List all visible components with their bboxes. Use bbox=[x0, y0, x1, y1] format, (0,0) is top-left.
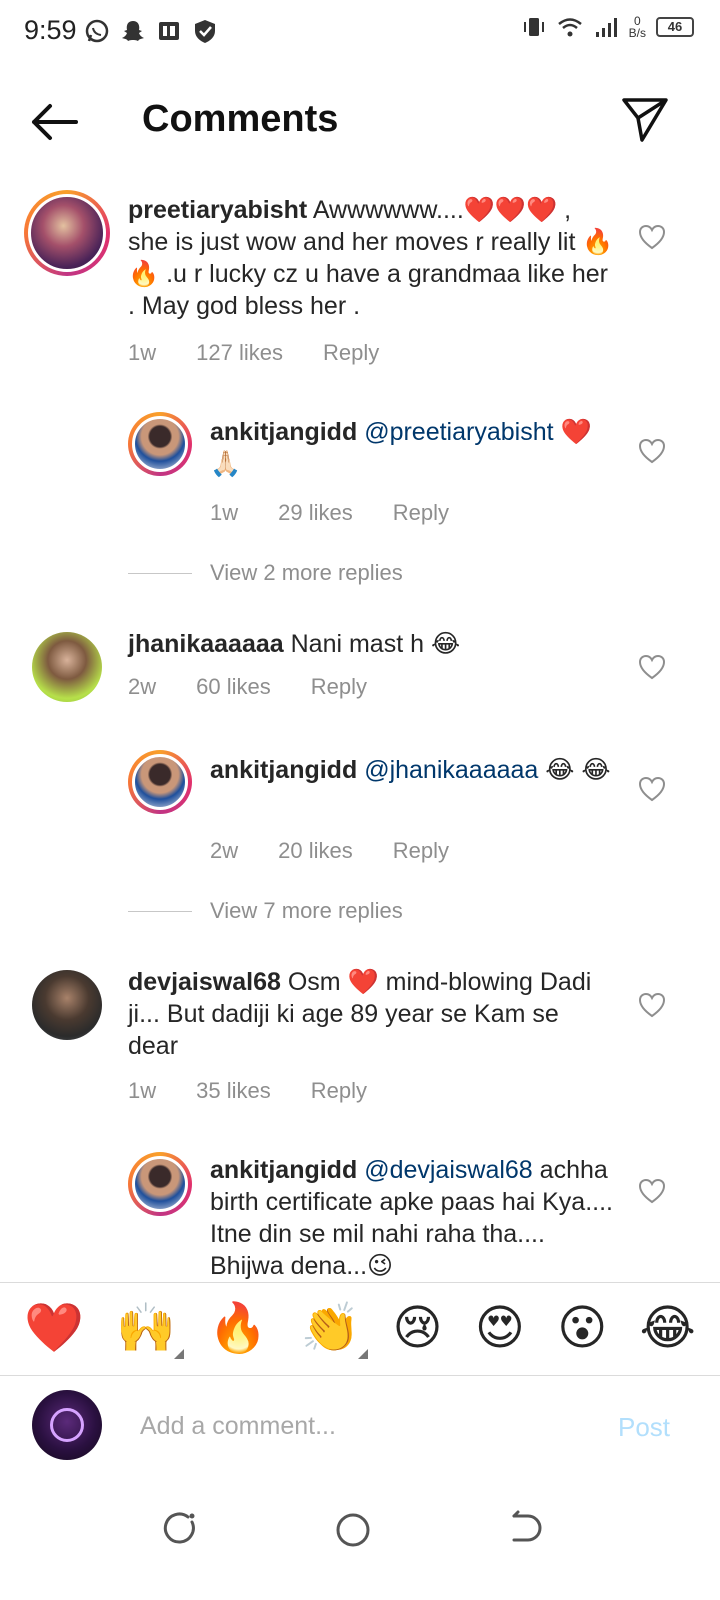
comment-time: 2w bbox=[128, 674, 157, 699]
reply-item: ankitjangidd @preetiaryabisht ❤️ 🙏🏻 1w 2… bbox=[0, 410, 720, 530]
comment-content: Nani mast h 😂 bbox=[290, 630, 461, 658]
emoji-clap-button[interactable]: 👏 bbox=[300, 1301, 369, 1359]
comment-text: ankitjangidd @jhanikaaaaaa 😂 😂 bbox=[210, 754, 620, 786]
comment-text: preetiaryabisht Awwwwww....❤️❤️❤️ , she … bbox=[128, 194, 618, 322]
comment-username[interactable]: jhanikaaaaaa bbox=[128, 630, 284, 658]
vibrate-icon bbox=[523, 18, 544, 36]
comment-text: ankitjangidd @preetiaryabisht ❤️ 🙏🏻 bbox=[210, 416, 620, 480]
signal-icon bbox=[595, 18, 617, 37]
mention-link[interactable]: @devjaiswal68 bbox=[364, 1156, 533, 1184]
like-heart-icon[interactable] bbox=[638, 438, 666, 464]
divider bbox=[128, 572, 192, 574]
comment-username[interactable]: ankitjangidd bbox=[210, 1156, 357, 1184]
net-speed: 0 B/s bbox=[628, 14, 646, 40]
comment-content: 😂 😂 bbox=[538, 756, 611, 784]
comment-username[interactable]: preetiaryabisht bbox=[128, 196, 307, 224]
view-more-replies[interactable]: View 7 more replies bbox=[128, 898, 403, 924]
reply-button[interactable]: Reply bbox=[311, 674, 367, 700]
avatar[interactable] bbox=[128, 412, 192, 476]
paper-plane-icon[interactable] bbox=[620, 94, 670, 144]
recents-icon[interactable] bbox=[150, 1500, 210, 1560]
comment-meta: 2w 20 likes Reply bbox=[210, 838, 449, 864]
emoji-quick-bar: ❤️ 🙌 🔥 👏 😢 😍 😮 😂 bbox=[0, 1282, 720, 1376]
like-heart-icon[interactable] bbox=[638, 654, 666, 680]
divider bbox=[128, 910, 192, 912]
comment-meta: 2w 60 likes Reply bbox=[128, 674, 367, 700]
comment-input[interactable] bbox=[130, 1400, 600, 1452]
emoji-heart-eyes-button[interactable]: 😍 bbox=[475, 1301, 525, 1357]
reply-button[interactable]: Reply bbox=[393, 500, 449, 526]
comment-meta: 1w 29 likes Reply bbox=[210, 500, 449, 526]
battery-icon: 46 bbox=[656, 17, 694, 37]
avatar[interactable] bbox=[32, 970, 102, 1040]
status-time: 9:59 bbox=[24, 15, 77, 45]
status-right: 0 B/s 46 bbox=[521, 14, 694, 40]
reply-button[interactable]: Reply bbox=[311, 1078, 367, 1104]
comment-meta: 1w 35 likes Reply bbox=[128, 1078, 367, 1104]
reply-button[interactable]: Reply bbox=[323, 340, 379, 366]
emoji-fire-button[interactable]: 🔥 bbox=[208, 1301, 268, 1357]
view-more-label: View 7 more replies bbox=[210, 898, 403, 923]
emoji-crying-button[interactable]: 😢 bbox=[393, 1301, 443, 1357]
comment-text: jhanikaaaaaa Nani mast h 😂 bbox=[128, 628, 618, 660]
skin-tone-indicator-icon bbox=[174, 1349, 185, 1359]
paytm-icon bbox=[159, 22, 179, 40]
avatar[interactable] bbox=[24, 190, 110, 276]
like-heart-icon[interactable] bbox=[638, 992, 666, 1018]
comment-time: 2w bbox=[210, 838, 239, 863]
reply-button[interactable]: Reply bbox=[393, 838, 449, 864]
comment-compose-bar: Post bbox=[0, 1378, 720, 1478]
like-heart-icon[interactable] bbox=[638, 1178, 666, 1204]
system-nav-bar bbox=[0, 1490, 720, 1570]
emoji-heart-button[interactable]: ❤️ bbox=[24, 1301, 84, 1357]
notification-icons bbox=[84, 18, 218, 44]
reply-item: ankitjangidd @jhanikaaaaaa 😂 😂 2w 20 lik… bbox=[0, 748, 720, 868]
snapchat-icon bbox=[122, 21, 144, 41]
avatar[interactable] bbox=[128, 1152, 192, 1216]
like-heart-icon[interactable] bbox=[638, 224, 666, 250]
comment-likes[interactable]: 29 likes bbox=[278, 500, 353, 526]
avatar-logo bbox=[50, 1408, 84, 1442]
comments-list[interactable]: preetiaryabisht Awwwwww....❤️❤️❤️ , she … bbox=[0, 180, 720, 1282]
emoji-raised-hands-button[interactable]: 🙌 bbox=[116, 1301, 185, 1359]
mention-link[interactable]: @preetiaryabisht bbox=[364, 418, 553, 446]
comment-text: ankitjangidd @devjaiswal68 achha birth c… bbox=[210, 1154, 620, 1282]
my-avatar bbox=[32, 1390, 102, 1460]
comment-likes[interactable]: 35 likes bbox=[196, 1078, 271, 1104]
comment-likes[interactable]: 60 likes bbox=[196, 674, 271, 700]
comment-time: 1w bbox=[128, 1078, 157, 1103]
home-icon[interactable] bbox=[323, 1500, 383, 1560]
comment-text: devjaiswal68 Osm ❤️ mind-blowing Dadi ji… bbox=[128, 966, 598, 1062]
arrow-left-icon[interactable] bbox=[28, 100, 80, 144]
comment-item: preetiaryabisht Awwwwww....❤️❤️❤️ , she … bbox=[0, 188, 720, 378]
emoji-laughing-button[interactable]: 😂 bbox=[640, 1301, 696, 1357]
back-nav-icon[interactable] bbox=[496, 1500, 556, 1560]
comment-likes[interactable]: 20 likes bbox=[278, 838, 353, 864]
skin-tone-indicator-icon bbox=[358, 1349, 369, 1359]
page-title: Comments bbox=[142, 98, 339, 140]
comment-meta: 1w 127 likes Reply bbox=[128, 340, 379, 366]
comment-username[interactable]: ankitjangidd bbox=[210, 418, 357, 446]
avatar[interactable] bbox=[32, 632, 102, 702]
wifi-icon bbox=[557, 18, 582, 37]
reply-item: ankitjangidd @devjaiswal68 achha birth c… bbox=[0, 1150, 720, 1282]
whatsapp-icon bbox=[85, 19, 109, 43]
comment-time: 1w bbox=[128, 340, 157, 365]
avatar[interactable] bbox=[128, 750, 192, 814]
like-heart-icon[interactable] bbox=[638, 776, 666, 802]
view-more-replies[interactable]: View 2 more replies bbox=[128, 560, 403, 586]
post-button[interactable]: Post bbox=[618, 1412, 670, 1443]
emoji-surprised-button[interactable]: 😮 bbox=[557, 1301, 607, 1357]
mention-link[interactable]: @jhanikaaaaaa bbox=[364, 756, 538, 784]
shield-icon bbox=[195, 20, 215, 43]
comment-time: 1w bbox=[210, 500, 239, 525]
view-more-label: View 2 more replies bbox=[210, 560, 403, 585]
comment-likes[interactable]: 127 likes bbox=[196, 340, 283, 366]
comment-username[interactable]: ankitjangidd bbox=[210, 756, 357, 784]
comment-item: jhanikaaaaaa Nani mast h 😂 2w 60 likes R… bbox=[0, 628, 720, 728]
comment-item: devjaiswal68 Osm ❤️ mind-blowing Dadi ji… bbox=[0, 966, 720, 1116]
comment-username[interactable]: devjaiswal68 bbox=[128, 968, 281, 996]
status-bar: 9:59 0 B/s 46 bbox=[0, 0, 720, 66]
header: Comments bbox=[0, 80, 720, 160]
